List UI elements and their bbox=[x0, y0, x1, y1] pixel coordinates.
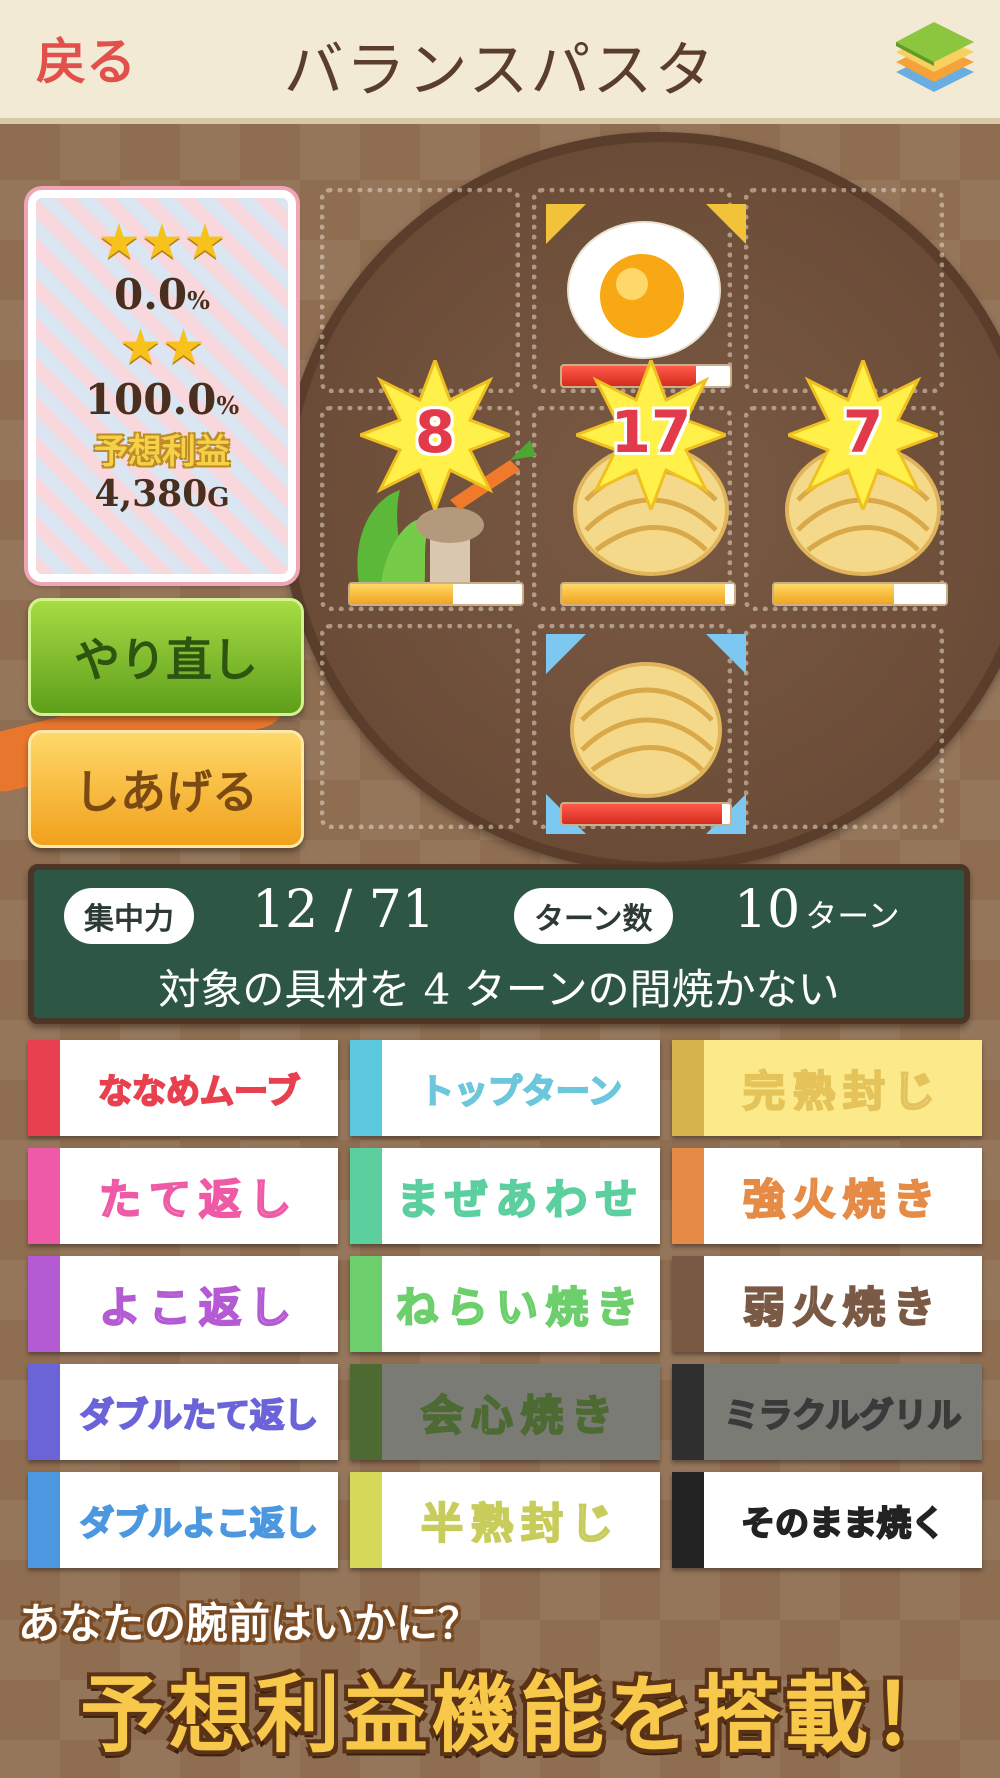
skill-button[interactable]: 完熟封じ bbox=[672, 1040, 982, 1136]
turn-count: 7 bbox=[842, 398, 884, 466]
turns-unit: ターン bbox=[805, 897, 900, 935]
skill-color-tab bbox=[350, 1472, 382, 1568]
page-title: バランスパスタ bbox=[283, 36, 717, 106]
skill-color-tab bbox=[350, 1256, 382, 1352]
skill-button[interactable]: ななめムーブ bbox=[28, 1040, 338, 1136]
skill-label: ダブルよこ返し bbox=[79, 1503, 319, 1545]
turn-count: 8 bbox=[414, 398, 456, 466]
focus-label: 集中力 bbox=[64, 888, 194, 944]
two-star-rating: ★★ bbox=[118, 319, 206, 375]
vegetables-ingredient[interactable]: 8 bbox=[340, 360, 540, 610]
skill-label: 強火焼き bbox=[742, 1174, 943, 1225]
skill-color-tab bbox=[350, 1040, 382, 1136]
skill-button[interactable]: ダブルたて返し bbox=[28, 1364, 338, 1460]
heat-gauge-fill bbox=[774, 584, 895, 604]
skill-label: まぜあわせ bbox=[396, 1174, 646, 1225]
heat-gauge bbox=[560, 582, 736, 606]
skill-button[interactable]: 半熟封じ bbox=[350, 1472, 660, 1568]
skill-button[interactable]: 強火焼き bbox=[672, 1148, 982, 1244]
skill-color-tab bbox=[28, 1256, 60, 1352]
skill-button[interactable]: まぜあわせ bbox=[350, 1148, 660, 1244]
skill-button[interactable]: ミラクルグリル bbox=[672, 1364, 982, 1460]
skill-color-tab bbox=[28, 1472, 60, 1568]
skill-label: トップターン bbox=[419, 1071, 623, 1113]
turns-value: 10 ターン bbox=[734, 880, 900, 940]
heat-gauge-fill bbox=[562, 804, 722, 824]
skill-label: ななめムーブ bbox=[97, 1071, 301, 1113]
header-bar: 戻る バランスパスタ bbox=[0, 0, 1000, 124]
heat-gauge-fill bbox=[562, 584, 726, 604]
skill-label: 半熟封じ bbox=[420, 1498, 621, 1549]
skill-color-tab bbox=[672, 1256, 704, 1352]
skill-button[interactable]: 弱火焼き bbox=[672, 1256, 982, 1352]
pct-sign: % bbox=[187, 286, 210, 315]
pasta-ingredient[interactable]: 7 bbox=[768, 360, 968, 610]
turn-count: 17 bbox=[610, 398, 692, 466]
turns-number: 10 bbox=[734, 880, 801, 940]
grid-cell[interactable] bbox=[744, 624, 944, 829]
status-board: 集中力 12 / 71 ターン数 10 ターン 対象の具材を 4 ターンの間焼か… bbox=[28, 864, 970, 1024]
skill-color-tab bbox=[672, 1040, 704, 1136]
skill-button[interactable]: 会心焼き bbox=[350, 1364, 660, 1460]
promo-headline: 予想利益機能を搭載！ bbox=[80, 1666, 961, 1764]
expected-profit-label: 予想利益 bbox=[94, 432, 230, 472]
three-star-pct: 0.0 bbox=[114, 270, 188, 319]
skill-label: ミラクルグリル bbox=[724, 1395, 963, 1437]
heat-gauge bbox=[772, 582, 948, 606]
heat-gauge bbox=[560, 802, 732, 826]
focus-value: 12 / 71 bbox=[252, 880, 435, 940]
heat-gauge bbox=[348, 582, 524, 606]
skill-label: 弱火焼き bbox=[742, 1282, 943, 1333]
grid-cell[interactable] bbox=[320, 624, 520, 829]
three-star-rate: 0.0% bbox=[36, 270, 288, 319]
skill-color-tab bbox=[350, 1364, 382, 1460]
skill-button[interactable]: よこ返し bbox=[28, 1256, 338, 1352]
skill-button[interactable]: トップターン bbox=[350, 1040, 660, 1136]
profit-unit: G bbox=[207, 483, 230, 513]
skill-label: ねらい焼き bbox=[395, 1282, 646, 1333]
heat-gauge-fill bbox=[350, 584, 454, 604]
finish-button[interactable]: しあげる bbox=[28, 730, 304, 848]
pasta-ingredient-targeted[interactable] bbox=[546, 634, 746, 834]
skill-label: 会心焼き bbox=[420, 1390, 621, 1441]
skill-label: ダブルたて返し bbox=[79, 1395, 319, 1437]
skill-color-tab bbox=[350, 1148, 382, 1244]
skill-color-tab bbox=[672, 1472, 704, 1568]
skill-color-tab bbox=[672, 1364, 704, 1460]
profit-amount: 4,380 bbox=[94, 473, 208, 515]
skill-label: そのまま焼く bbox=[740, 1503, 946, 1545]
skill-color-tab bbox=[28, 1148, 60, 1244]
redo-button[interactable]: やり直し bbox=[28, 598, 304, 716]
skill-button[interactable]: たて返し bbox=[28, 1148, 338, 1244]
skill-color-tab bbox=[28, 1364, 60, 1460]
promo-tagline: あなたの腕前はいかに？ bbox=[18, 1599, 481, 1648]
skill-label: たて返し bbox=[98, 1174, 299, 1225]
layered-book-icon[interactable] bbox=[890, 16, 978, 100]
turns-label: ターン数 bbox=[514, 888, 673, 944]
expected-profit-value: 4,380G bbox=[36, 473, 288, 515]
skill-button[interactable]: ダブルよこ返し bbox=[28, 1472, 338, 1568]
two-star-rate: 100.0% bbox=[36, 375, 288, 424]
skill-label: 完熟封じ bbox=[742, 1066, 943, 1117]
pct-sign: % bbox=[216, 391, 240, 420]
score-card: ★★★ 0.0% ★★ 100.0% 予想利益 4,380G bbox=[28, 190, 296, 582]
skill-description: 対象の具材を 4 ターンの間焼かない bbox=[158, 965, 840, 1014]
skill-label: よこ返し bbox=[98, 1282, 299, 1333]
skill-color-tab bbox=[28, 1040, 60, 1136]
pasta-ingredient[interactable]: 17 bbox=[556, 360, 756, 610]
skill-color-tab bbox=[672, 1148, 704, 1244]
skill-button[interactable]: そのまま焼く bbox=[672, 1472, 982, 1568]
skill-button[interactable]: ねらい焼き bbox=[350, 1256, 660, 1352]
three-star-rating: ★★★ bbox=[97, 214, 227, 270]
two-star-pct: 100.0 bbox=[84, 375, 217, 424]
